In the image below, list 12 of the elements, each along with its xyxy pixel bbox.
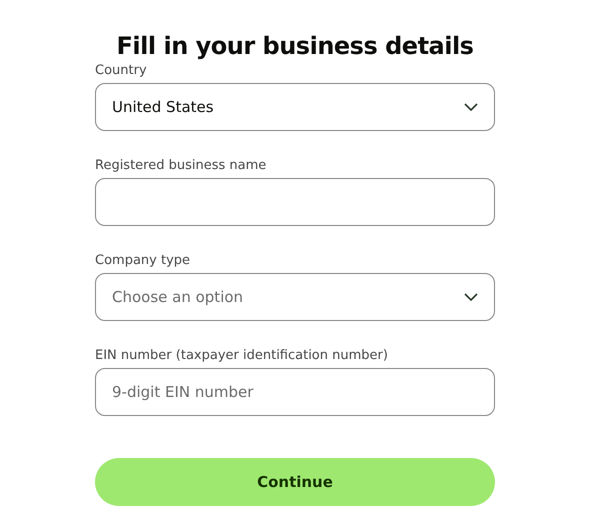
select-field[interactable]: Choose an option bbox=[95, 273, 495, 321]
field-label: Registered business name bbox=[95, 157, 266, 175]
input-field[interactable] bbox=[95, 178, 495, 226]
chevron-down-icon bbox=[464, 293, 478, 301]
select-field[interactable]: United States bbox=[95, 83, 495, 131]
chevron-down-icon bbox=[464, 103, 478, 111]
field-label: Country bbox=[95, 62, 147, 80]
field-label: Company type bbox=[95, 252, 190, 270]
input-field[interactable]: 9-digit EIN number bbox=[95, 368, 495, 416]
page-title: Fill in your business details bbox=[116, 31, 474, 62]
field-label: EIN number (taxpayer identification number) bbox=[95, 347, 388, 365]
continue-button[interactable]: Continue bbox=[95, 458, 495, 506]
